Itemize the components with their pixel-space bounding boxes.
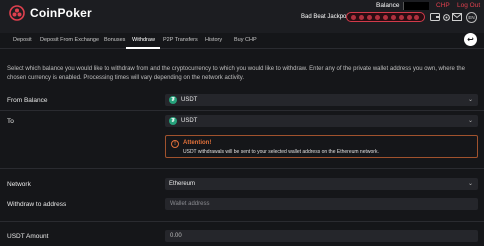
from-balance-label: From Balance (7, 97, 48, 104)
jackpot-digit (398, 14, 404, 20)
tab-history[interactable]: History (205, 37, 222, 43)
wallet-address-input[interactable]: Wallet address (165, 198, 478, 210)
network-select[interactable]: Ethereum ⌄ (165, 178, 478, 190)
currency-selector[interactable]: CHP (436, 2, 450, 9)
tab-withdraw[interactable]: Withdraw (132, 37, 155, 43)
jackpot-digit (390, 14, 396, 20)
mail-icon[interactable] (452, 13, 462, 21)
logout-link[interactable]: Log Out (457, 2, 480, 9)
network-value: Ethereum (169, 181, 196, 187)
brand-name[interactable]: CoinPoker (30, 6, 92, 20)
tab-buy-chp[interactable]: Buy CHP (234, 37, 257, 43)
warning-icon: ! (171, 140, 179, 148)
active-tab-indicator (126, 47, 160, 49)
tab-deposit-from-exchange[interactable]: Deposit From Exchange (40, 37, 99, 43)
tab-p2p-transfers[interactable]: P2P Transfers (163, 37, 198, 43)
tab-bonuses[interactable]: Bonuses (104, 37, 125, 43)
chevron-down-icon: ⌄ (467, 118, 473, 124)
from-balance-value: USDT (181, 97, 198, 103)
balance-value (403, 2, 429, 10)
withdraw-description: Select which balance you would like to w… (7, 66, 465, 81)
wallet-icon[interactable] (430, 13, 440, 21)
attention-title: Attention! (183, 140, 212, 146)
from-balance-select[interactable]: ₮ USDT ⌄ (165, 94, 478, 106)
settings-gear-icon[interactable] (441, 13, 451, 21)
wallet-tabs: Deposit Deposit From Exchange Bonuses Wi… (0, 33, 484, 49)
bad-beat-jackpot-counter (346, 12, 425, 22)
jackpot-digit (382, 14, 388, 20)
jackpot-digit (367, 14, 373, 20)
back-arrow-icon[interactable]: ↩ (464, 33, 477, 46)
balance-label: Balance (376, 2, 400, 9)
withdraw-address-label: Withdraw to address (7, 201, 67, 208)
attention-text: USDT withdrawals will be sent to your se… (183, 149, 379, 155)
amount-label: USDT Amount (7, 233, 49, 240)
to-currency-select[interactable]: ₮ USDT ⌄ (165, 115, 478, 127)
to-label: To (7, 118, 14, 125)
network-label: Network (7, 181, 31, 188)
jackpot-digit (359, 14, 365, 20)
attention-notice: ! Attention! USDT withdrawals will be se… (165, 135, 478, 158)
tether-icon: ₮ (169, 117, 177, 125)
to-currency-value: USDT (181, 118, 198, 124)
bad-beat-jackpot-label: Bad Beat Jackpot (301, 14, 349, 20)
tether-icon: ₮ (169, 96, 177, 104)
amount-input[interactable]: 0.00 (165, 230, 478, 242)
divider (0, 221, 484, 222)
top-bar: CoinPoker Balance CHP Log Out Bad Beat J… (0, 0, 484, 33)
jackpot-digit (375, 14, 381, 20)
jackpot-digit (351, 14, 357, 20)
divider (0, 110, 484, 111)
coinpoker-logo-icon[interactable] (9, 5, 25, 21)
user-avatar[interactable]: EN (466, 12, 477, 23)
tab-deposit[interactable]: Deposit (13, 37, 32, 43)
chevron-down-icon: ⌄ (467, 97, 473, 103)
jackpot-digit (414, 14, 420, 20)
divider (0, 168, 484, 169)
chevron-down-icon: ⌄ (467, 181, 473, 187)
jackpot-digit (406, 14, 412, 20)
